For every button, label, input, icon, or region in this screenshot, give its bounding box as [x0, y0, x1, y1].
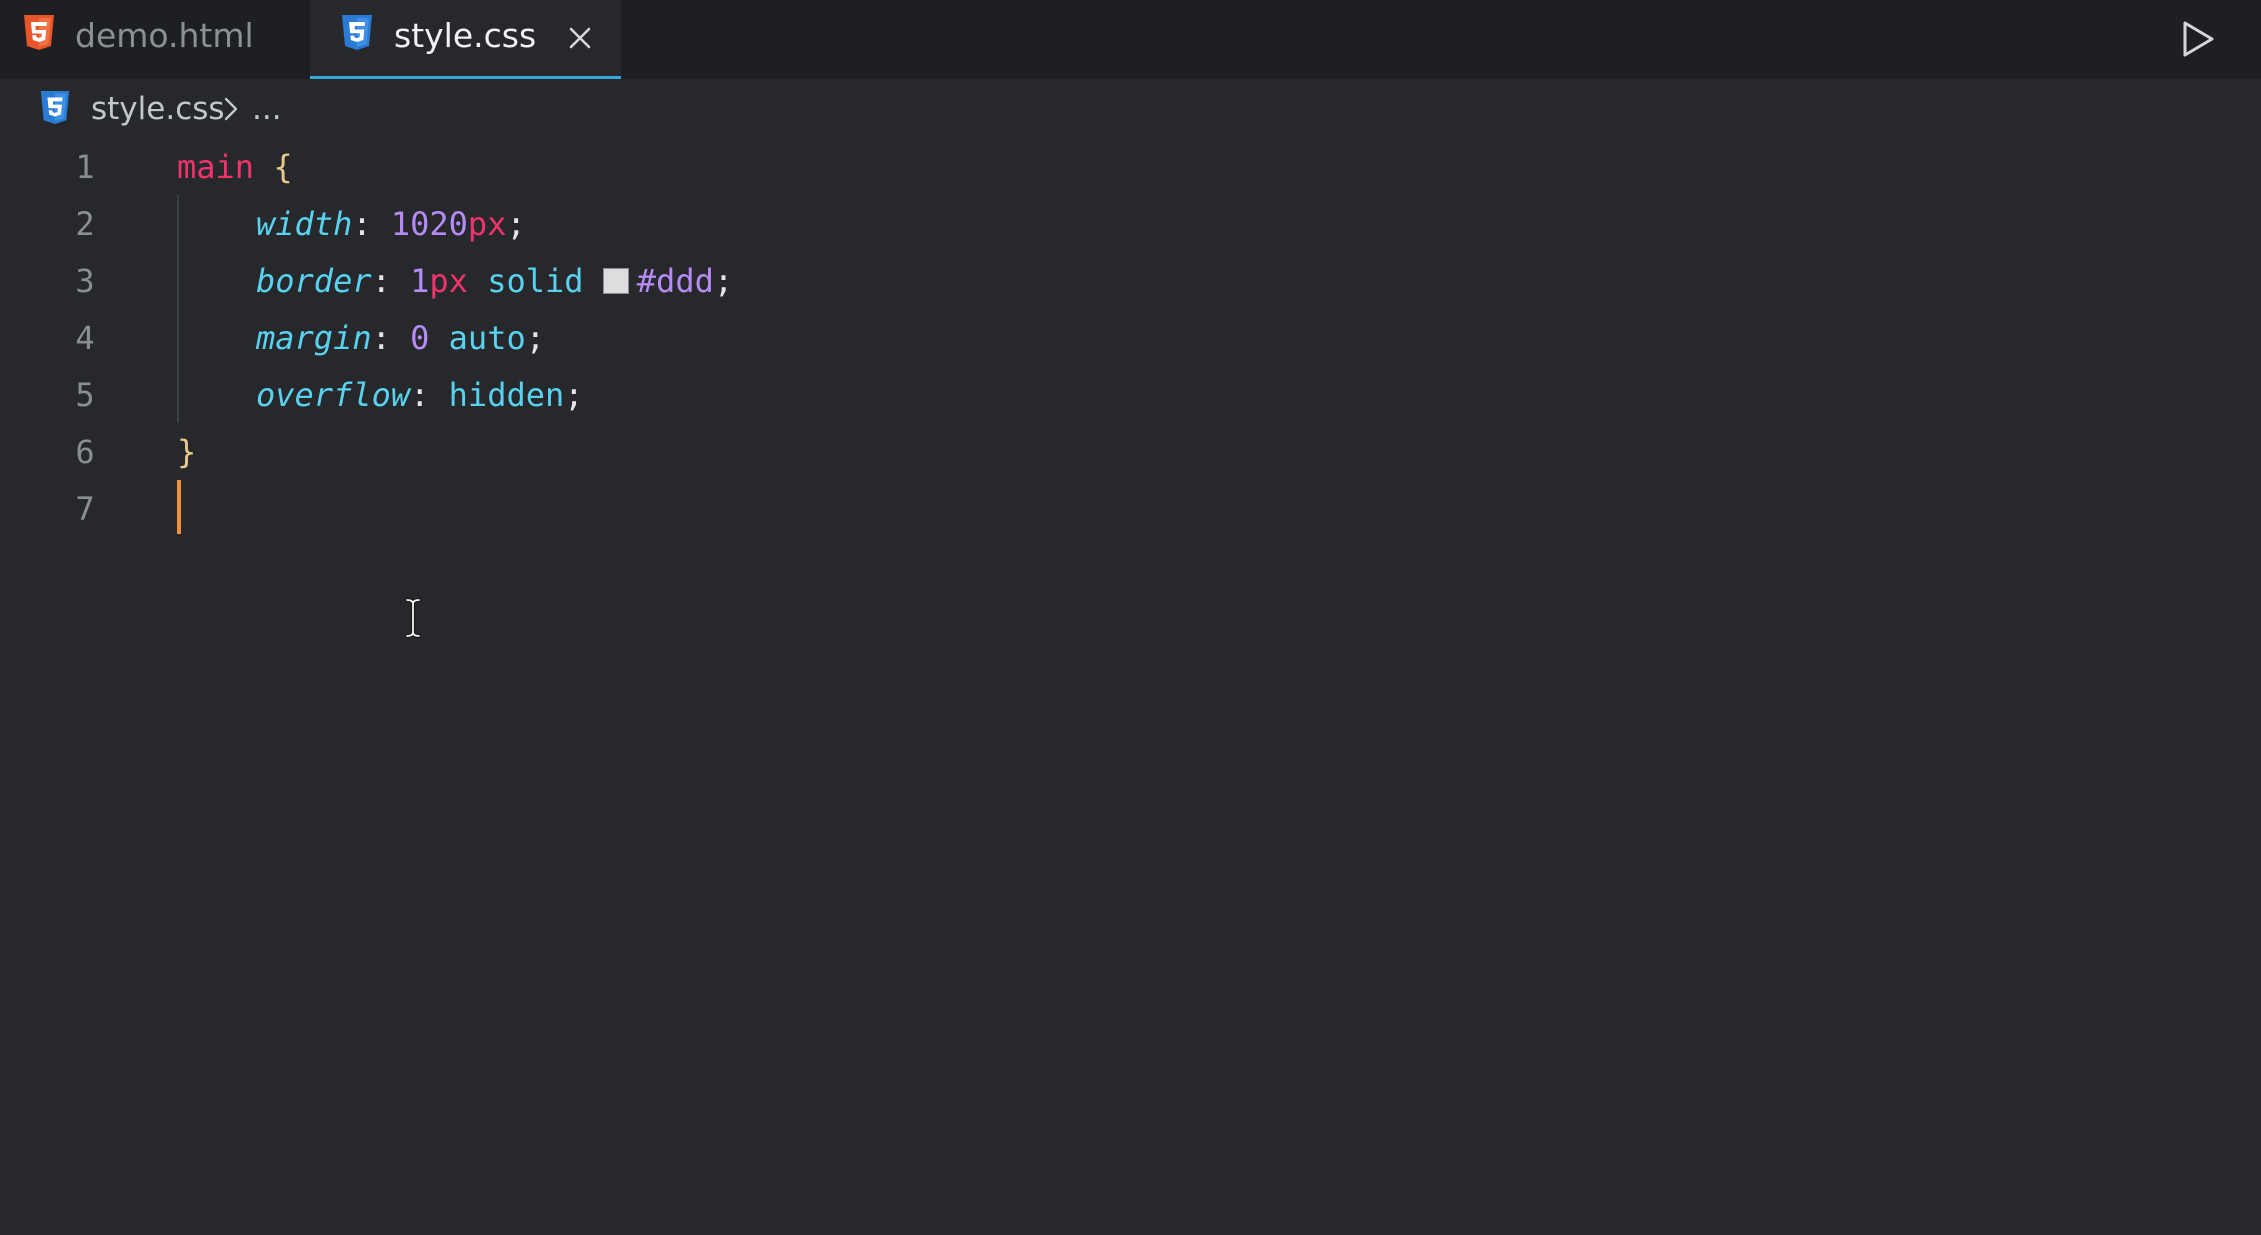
css3-icon — [40, 90, 70, 124]
line-number: 3 — [75, 262, 95, 300]
css-hex-color: #ddd — [636, 262, 714, 300]
line-number: 1 — [75, 148, 95, 186]
breadcrumb-more[interactable]: ... — [252, 89, 282, 129]
run-icon[interactable] — [2172, 14, 2222, 64]
tab-style-css[interactable]: style.css — [310, 0, 621, 79]
css-number: 1020 — [390, 205, 468, 243]
css-number: 0 — [410, 319, 430, 357]
css-keyword: hidden — [448, 376, 565, 414]
text-cursor — [177, 480, 181, 534]
css3-icon — [342, 15, 372, 50]
line-number: 4 — [75, 319, 95, 357]
line-number: 7 — [75, 490, 95, 528]
css-keyword: auto — [448, 319, 526, 357]
css-number: 1 — [410, 262, 430, 300]
colon: : — [352, 205, 372, 243]
close-icon[interactable] — [560, 18, 600, 58]
code-text: overflow: hidden; — [256, 367, 584, 424]
line-number: 6 — [75, 433, 95, 471]
line-number: 2 — [75, 205, 95, 243]
code-line[interactable]: 6 } — [0, 424, 2261, 481]
css-unit: px — [429, 262, 468, 300]
colon: : — [371, 262, 391, 300]
breadcrumb: style.css ... — [0, 79, 2261, 141]
semicolon: ; — [525, 319, 545, 357]
css-property: border — [256, 262, 372, 300]
code-text: border: 1px solid #ddd; — [256, 253, 733, 310]
semicolon: ; — [713, 262, 734, 300]
css-property: width — [256, 205, 353, 243]
html5-icon — [24, 15, 54, 50]
code-text: width: 1020px; — [256, 196, 526, 253]
tab-label: demo.html — [75, 16, 254, 55]
close-brace: } — [177, 433, 197, 471]
tab-bar: demo.html style.css — [0, 0, 2261, 79]
code-editor-app: demo.html style.css style.css ... 1 main… — [0, 0, 2261, 1235]
semicolon: ; — [506, 205, 526, 243]
css-unit: px — [467, 205, 507, 243]
open-brace: { — [273, 148, 293, 186]
breadcrumb-file[interactable]: style.css — [91, 89, 225, 129]
code-line[interactable]: 2 width: 1020px; — [0, 196, 2261, 253]
ibeam-cursor-icon — [405, 598, 421, 638]
code-line[interactable]: 5 overflow: hidden; — [0, 367, 2261, 424]
code-line[interactable]: 1 main { — [0, 139, 2261, 196]
css-property: margin — [256, 319, 372, 357]
code-text: } — [177, 424, 196, 481]
tab-demo-html[interactable]: demo.html — [0, 0, 310, 79]
line-number: 5 — [75, 376, 95, 414]
code-text: margin: 0 auto; — [256, 310, 545, 367]
code-line[interactable]: 4 margin: 0 auto; — [0, 310, 2261, 367]
code-line[interactable]: 7 — [0, 481, 2261, 538]
code-line[interactable]: 3 border: 1px solid #ddd; — [0, 253, 2261, 310]
colon: : — [371, 319, 391, 357]
color-swatch[interactable] — [602, 268, 629, 294]
tab-label: style.css — [394, 16, 537, 55]
code-text: main { — [177, 139, 293, 196]
chevron-right-icon — [224, 97, 238, 121]
css-property: overflow — [256, 376, 411, 414]
code-editor[interactable]: 1 main { 2 width: 1020px; 3 border: 1px … — [0, 139, 2261, 1235]
css-keyword: solid — [487, 262, 584, 300]
colon: : — [410, 376, 430, 414]
css-selector: main — [177, 148, 255, 186]
semicolon: ; — [564, 376, 584, 414]
